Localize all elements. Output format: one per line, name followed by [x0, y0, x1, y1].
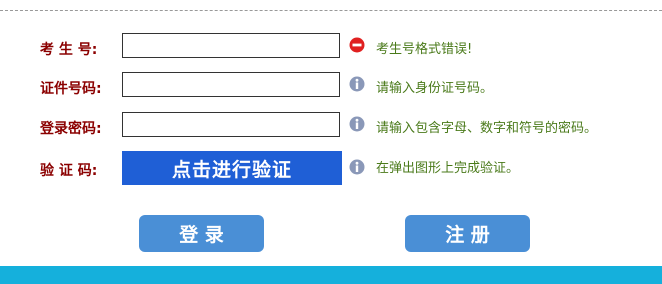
captcha-row: 验 证 码: 点击进行验证 在弹出图形上完成验证。 [0, 151, 662, 185]
captcha-hint: 在弹出图形上完成验证。 [376, 161, 520, 176]
footer-bar [0, 266, 662, 284]
register-button[interactable]: 注 册 [405, 215, 530, 252]
info-icon [349, 76, 365, 92]
id-number-row: 证件号码: 请输入身份证号码。 [0, 72, 662, 102]
password-input[interactable] [122, 112, 340, 137]
top-divider [0, 10, 662, 11]
exam-id-input[interactable] [122, 33, 340, 58]
password-row: 登录密码: 请输入包含字母、数字和符号的密码。 [0, 112, 662, 142]
error-icon [349, 37, 365, 53]
exam-id-row: 考 生 号: 考生号格式错误! [0, 33, 662, 63]
id-number-label: 证件号码: [40, 81, 102, 97]
captcha-label: 验 证 码: [40, 163, 98, 179]
exam-id-hint: 考生号格式错误! [376, 42, 473, 57]
password-hint: 请输入包含字母、数字和符号的密码。 [376, 121, 598, 136]
login-button[interactable]: 登 录 [139, 215, 264, 252]
password-label: 登录密码: [40, 121, 102, 137]
info-icon [349, 159, 365, 175]
id-number-input[interactable] [122, 72, 340, 97]
captcha-verify-button[interactable]: 点击进行验证 [122, 151, 342, 185]
id-number-hint: 请输入身份证号码。 [376, 81, 494, 96]
info-icon [349, 116, 365, 132]
exam-id-label: 考 生 号: [40, 42, 98, 58]
